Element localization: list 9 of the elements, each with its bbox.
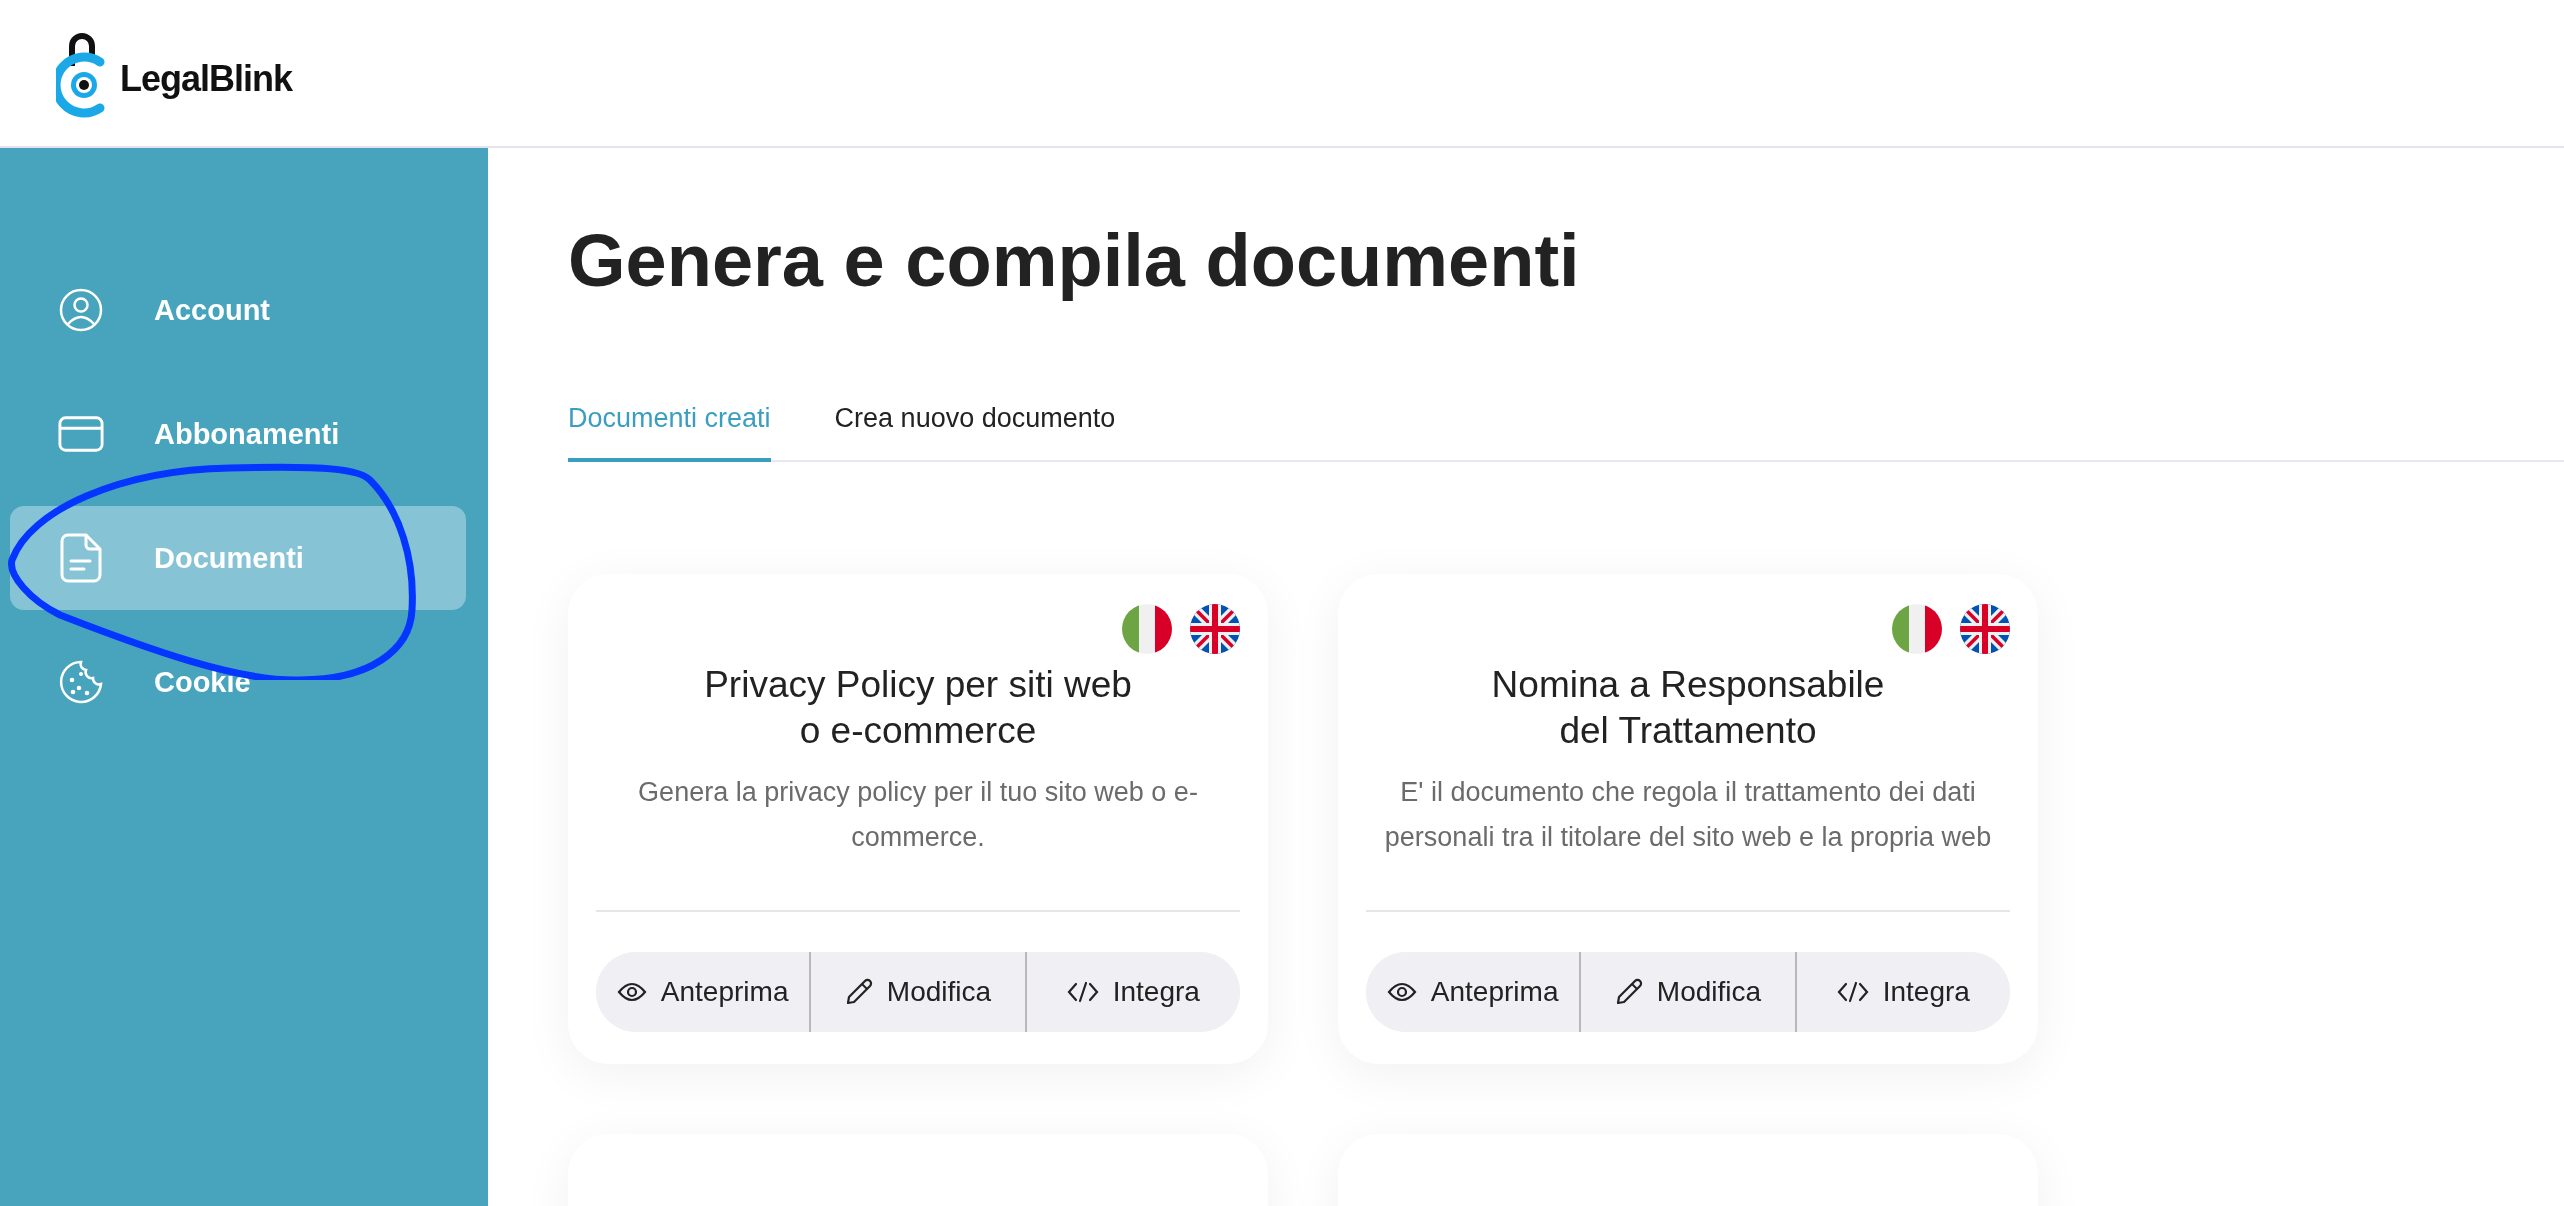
action-button[interactable]: Integra (1794, 952, 2010, 1032)
card-description: E' il documento che regola il trattamento dei dati personali tra il titolare del sito web e la propria web (1383, 776, 1993, 854)
card-description: Genera la privacy policy per il tuo sito web o e-commerce. (637, 776, 1199, 854)
card-title: Privacy Policy per siti web o e-commerce (703, 663, 1133, 753)
action-button[interactable]: Integra (1024, 952, 1240, 1032)
tab[interactable]: Crea nuovo documento (834, 403, 1116, 462)
logo-text: LegalBlink (120, 58, 293, 101)
page-title: Genera e compila documenti (568, 218, 1581, 303)
card-title: Nomina a Responsabile del Trattamento (1490, 663, 1886, 753)
